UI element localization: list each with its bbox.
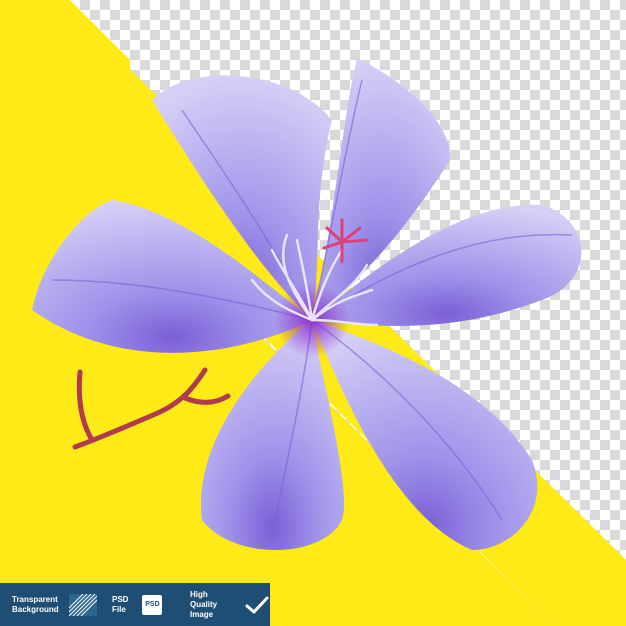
badge-high-quality: High Quality Image: [176, 583, 270, 626]
badge-line-1: PSD: [112, 594, 129, 604]
badge-psd-file: PSD File PSD: [106, 583, 176, 626]
badge-line-2: Background: [12, 604, 59, 614]
badge-transparent-label: Transparent Background: [12, 595, 59, 615]
badge-quality-label: High Quality Image: [190, 590, 236, 620]
checkmark-icon: [244, 595, 270, 615]
transparent-grid-icon: [68, 593, 97, 616]
badge-line-1: High Quality: [190, 589, 218, 609]
badge-psd-label: PSD File: [112, 595, 128, 615]
badge-line-2: Image: [190, 609, 214, 619]
psd-file-icon: PSD: [142, 594, 163, 615]
flower-image: [0, 0, 626, 626]
info-badge-bar: Transparent Background PSD File PSD High…: [0, 583, 270, 626]
badge-line-2: File: [112, 604, 126, 614]
badge-line-1: Transparent: [12, 594, 58, 604]
psd-icon-text: PSD: [142, 594, 163, 615]
badge-transparent-background: Transparent Background: [0, 583, 106, 626]
